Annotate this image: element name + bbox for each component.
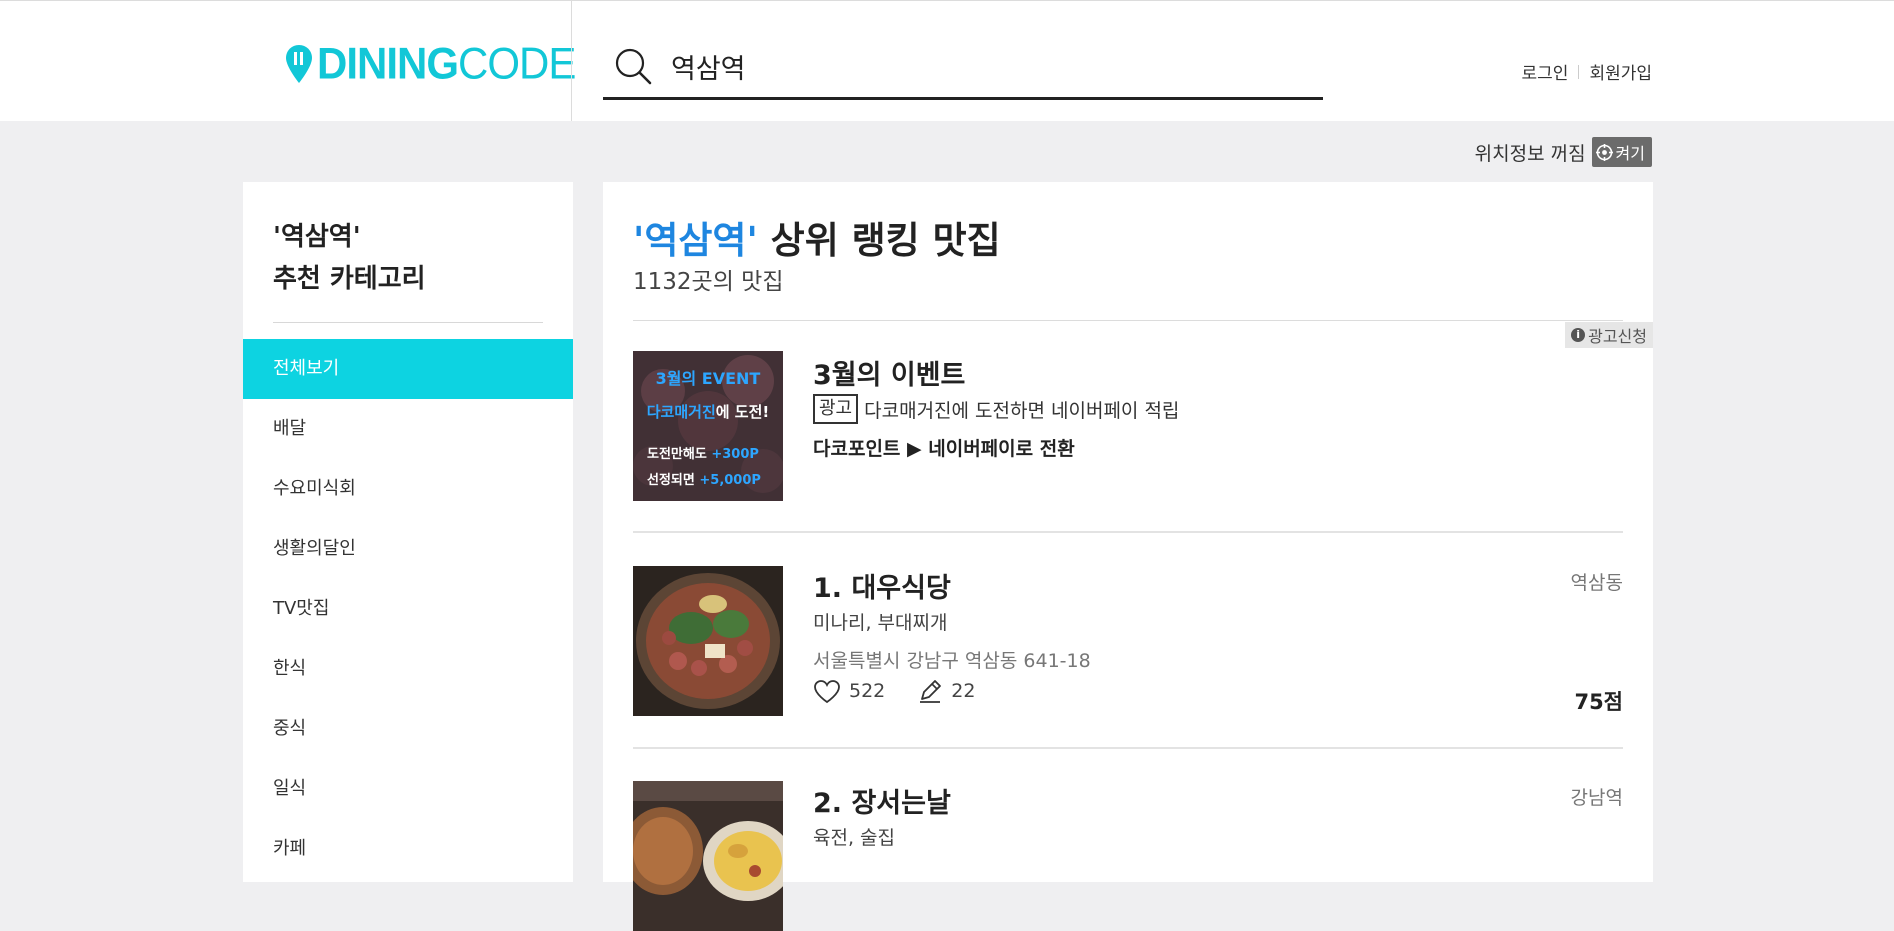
search-icon[interactable] [613,46,653,86]
info-icon: i [1571,328,1586,342]
header-divider [571,1,572,121]
location-toggle-label: 켜기 [1615,144,1645,163]
restaurant-name[interactable]: 1. 대우식당 [813,566,951,605]
page-title: '역삼역' 상위 랭킹 맛집 [633,210,1001,264]
like-count: 522 [849,680,886,702]
sidebar-divider [273,322,543,323]
category-item-all[interactable]: 전체보기 [243,339,573,399]
ad-image-line3-text: 도전만해도 [647,447,707,462]
ad-image-line1: 3월의 EVENT [655,369,761,388]
pencil-icon[interactable] [917,678,943,704]
restaurant-category: 미나리, 부대찌개 [813,612,948,634]
auth-links: 로그인 회원가입 [1522,59,1652,84]
ad-apply-button[interactable]: i 광고신청 [1565,322,1653,348]
category-item-delivery[interactable]: 배달 [243,399,573,459]
location-status: 위치정보 꺼짐 켜기 [1475,137,1652,167]
logo-text-bold: DINING [317,38,459,89]
diningcode-logo[interactable]: DININGCODE [285,38,576,89]
ad-description: 광고 다코매거진에 도전하면 네이버페이 적립 [813,394,1179,424]
category-item-cafe[interactable]: 카페 [243,819,573,879]
search-bar [603,38,1323,100]
list-divider [633,747,1623,749]
heart-icon[interactable] [813,679,841,704]
login-link[interactable]: 로그인 [1522,59,1569,84]
category-item-chinese[interactable]: 중식 [243,699,573,759]
ad-image-line2: 다코매거진에 도전! [633,401,783,422]
location-toggle-button[interactable]: 켜기 [1591,137,1652,167]
review-count: 22 [951,680,976,702]
title-divider [633,320,1623,321]
category-item-japanese[interactable]: 일식 [243,759,573,819]
ad-image-line3: 도전만해도 +300P [647,443,759,462]
restaurant-score: 75점 [1574,690,1623,714]
location-status-label: 위치정보 꺼짐 [1474,142,1586,165]
category-item-wednesday-food-talk[interactable]: 수요미식회 [243,459,573,519]
ad-description-text: 다코매거진에 도전하면 네이버페이 적립 [864,399,1180,422]
restaurant-category: 육전, 술집 [813,827,895,849]
category-item-tv-restaurants[interactable]: TV맛집 [243,579,573,639]
logo-text-light: CODE [458,38,576,89]
restaurant-image[interactable] [633,566,783,716]
category-list: 전체보기 배달 수요미식회 생활의달인 TV맛집 한식 중식 일식 카페 [243,339,573,879]
restaurant-address: 서울특별시 강남구 역삼동 641-18 [813,650,1091,672]
page-title-query: '역삼역' [633,219,758,262]
ad-image-line2-highlight: 다코매거진 [646,403,716,421]
header: DININGCODE 로그인 회원가입 [0,1,1894,121]
crosshair-icon [1595,143,1613,161]
restaurant-area: 역삼동 [1570,572,1623,594]
signup-link[interactable]: 회원가입 [1589,59,1652,84]
ad-highlight-text: 다코포인트 ▶ 네이버페이로 전환 [813,438,1075,460]
restaurant-photo [633,566,783,716]
ad-image-line3-points: +300P [711,447,759,462]
ad-badge: 광고 [813,394,859,424]
restaurant-stats: 522 22 [813,678,975,704]
restaurant-area: 강남역 [1570,787,1623,809]
location-pin-icon [286,45,312,83]
auth-separator [1578,64,1580,79]
category-item-korean[interactable]: 한식 [243,639,573,699]
search-input[interactable] [671,42,1311,90]
list-divider [633,531,1623,533]
ad-event-image[interactable]: 3월의 EVENT 다코매거진에 도전! 도전만해도 +300P 선정되면 +5… [633,351,783,501]
restaurant-image[interactable] [633,781,783,931]
ad-image-line4-points: +5,000P [699,473,761,488]
sidebar-title-label: 추천 카테고리 [273,264,426,294]
ad-image-line4-text: 선정되면 [647,473,695,488]
sidebar-title: '역삼역' 추천 카테고리 [273,216,426,300]
category-sidebar: '역삼역' 추천 카테고리 전체보기 배달 수요미식회 생활의달인 TV맛집 한… [243,182,573,882]
logo-text: DININGCODE [317,38,576,89]
result-count: 1132곳의 맛집 [633,269,784,295]
ad-apply-label: 광고신청 [1588,327,1647,346]
ad-title[interactable]: 3월의 이벤트 [813,353,965,392]
restaurant-name[interactable]: 2. 장서는날 [813,781,951,820]
ranking-panel: '역삼역' 상위 랭킹 맛집 1132곳의 맛집 i 광고신청 3월의 EVEN… [603,182,1653,931]
restaurant-photo [633,781,783,931]
ad-image-line2-rest: 에 도전! [715,403,770,421]
category-item-master-of-living[interactable]: 생활의달인 [243,519,573,579]
page-title-rest: 상위 랭킹 맛집 [757,219,1001,262]
sidebar-title-query: '역삼역' [273,222,361,252]
ad-image-line4: 선정되면 +5,000P [647,469,761,488]
